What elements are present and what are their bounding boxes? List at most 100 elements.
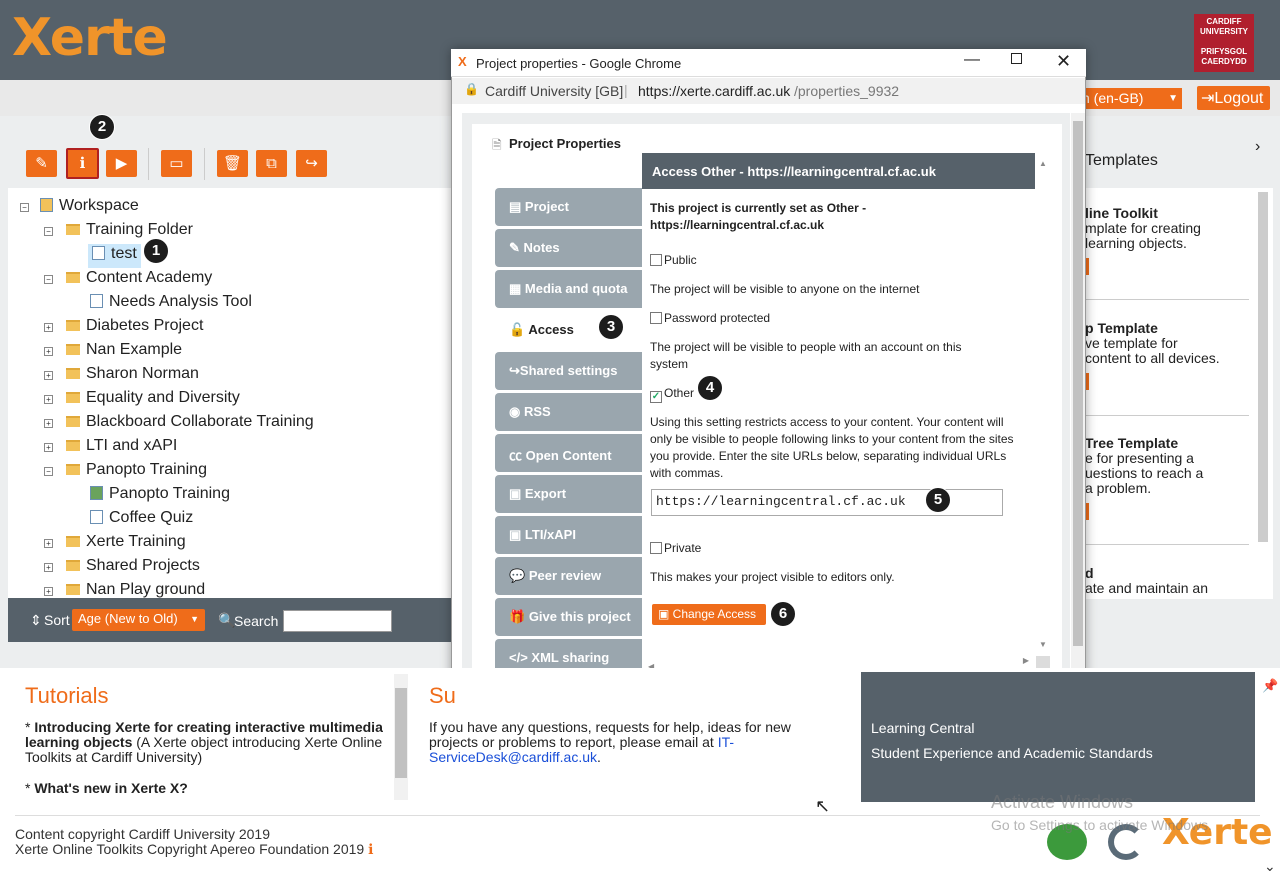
expand-toggle[interactable]: + [44, 563, 53, 572]
tab-media[interactable]: ▦ Media and quota [495, 270, 642, 308]
logout-button[interactable]: ⇥Logout [1197, 86, 1270, 110]
tab-open-content[interactable]: ㏄ Open Content [495, 434, 642, 472]
option-public[interactable]: Public [650, 252, 1020, 269]
tree-item-folder[interactable]: Blackboard Collaborate Training [66, 412, 314, 436]
template-item[interactable]: d ate and maintain an [1085, 566, 1250, 599]
scroll-right-icon[interactable]: ▶ [1023, 656, 1029, 665]
tree-item-project[interactable]: Coffee Quiz [90, 508, 193, 532]
tutorial-item[interactable]: * What's new in Xerte X? [25, 780, 188, 796]
file-icon: ▤ [509, 199, 525, 214]
scroll-up-icon[interactable]: ▲ [1039, 159, 1047, 168]
current-setting-line: This project is currently set as Other - [650, 201, 867, 215]
tab-shared-settings[interactable]: ↪Shared settings [495, 352, 642, 390]
pin-icon[interactable]: 📌 [1262, 678, 1278, 694]
expand-toggle[interactable]: + [44, 323, 53, 332]
tree-item-folder[interactable]: Shared Projects [66, 556, 200, 580]
maximize-icon[interactable] [1011, 53, 1022, 64]
expand-toggle[interactable]: + [44, 587, 53, 596]
other-description: Using this setting restricts access to y… [650, 415, 1014, 480]
expand-toggle[interactable]: + [44, 443, 53, 452]
template-desc: a problem. [1085, 480, 1152, 496]
tree-item-workspace[interactable]: Workspace [40, 196, 139, 220]
template-title: d [1085, 566, 1094, 581]
tree-item-folder[interactable]: Xerte Training [66, 532, 186, 556]
close-icon[interactable]: ✕ [1056, 51, 1071, 72]
tree-item-folder[interactable]: Nan Play ground [66, 580, 205, 598]
tab-lti[interactable]: ▣ LTI/xAPI [495, 516, 642, 554]
chevron-down-icon[interactable]: ⌄ [1264, 858, 1276, 875]
edit-icon[interactable]: ✎ [26, 150, 57, 177]
template-item[interactable]: Tree Template e for presenting a uestions … [1085, 436, 1250, 496]
expand-toggle[interactable]: + [44, 539, 53, 548]
change-access-button[interactable]: ▣ Change Access [652, 604, 766, 625]
link-student-experience[interactable]: Student Experience and Academic Standard… [871, 745, 1153, 761]
popup-scrollbar[interactable] [1071, 113, 1085, 689]
minimize-icon[interactable]: — [964, 51, 980, 69]
tab-peer-review[interactable]: 💬 Peer review [495, 557, 642, 595]
scroll-down-icon[interactable]: ▼ [1039, 640, 1047, 649]
tutorial-item[interactable]: * Introducing Xerte for creating interac… [25, 720, 385, 765]
tree-item-folder[interactable]: Training Folder [66, 220, 193, 244]
info-icon[interactable]: ℹ [66, 148, 99, 179]
info-icon[interactable]: ℹ [368, 841, 373, 857]
tree-item-folder[interactable]: Equality and Diversity [66, 388, 240, 412]
option-private[interactable]: Private [650, 540, 1020, 557]
tab-rss[interactable]: ◉ RSS [495, 393, 642, 431]
change-access-label: Change Access [672, 607, 757, 621]
xerte-logo[interactable]: Xerte [12, 8, 168, 68]
password-checkbox[interactable] [650, 312, 662, 324]
expand-toggle[interactable]: + [44, 347, 53, 356]
scroll-thumb[interactable] [395, 688, 407, 778]
chevron-right-icon[interactable]: › [1255, 138, 1260, 156]
template-item[interactable]: p Template ve template for content to all … [1085, 321, 1250, 366]
tree-label: test [111, 245, 137, 262]
logout-label: Logout [1214, 90, 1264, 107]
collapse-toggle[interactable]: − [20, 203, 29, 212]
sort-select[interactable]: Age (New to Old) ▼ [72, 609, 205, 631]
search-input[interactable] [283, 610, 392, 632]
collapse-toggle[interactable]: − [44, 467, 53, 476]
duplicate-icon[interactable]: ⧉ [256, 150, 287, 177]
scroll-thumb[interactable] [1073, 121, 1083, 646]
other-checkbox[interactable]: ✓ [650, 391, 662, 403]
content-scrollbar[interactable]: ▲ [1036, 153, 1050, 663]
popup-address-bar[interactable]: 🔒 Cardiff University [GB] | https://xert… [452, 78, 1085, 104]
option-password[interactable]: Password protected [650, 310, 1020, 327]
tree-item-folder[interactable]: Panopto Training [66, 460, 207, 484]
play-icon[interactable]: ▶ [106, 150, 137, 177]
tree-item-project-selected[interactable]: test [88, 244, 141, 268]
public-checkbox[interactable] [650, 254, 662, 266]
tree-item-folder[interactable]: Nan Example [66, 340, 182, 364]
tab-export[interactable]: ▣ Export [495, 475, 642, 513]
collapse-toggle[interactable]: − [44, 227, 53, 236]
tree-item-folder[interactable]: Content Academy [66, 268, 212, 292]
tree-item-project[interactable]: Panopto Training [90, 484, 230, 508]
trash-icon[interactable]: 🗑 [217, 150, 248, 177]
tree-item-project[interactable]: Needs Analysis Tool [90, 292, 252, 316]
expand-toggle[interactable]: + [44, 371, 53, 380]
tutorial-link[interactable]: What's new in Xerte X? [34, 780, 187, 796]
save-icon: ▣ [658, 607, 673, 621]
tree-item-folder[interactable]: LTI and xAPI [66, 436, 177, 460]
private-checkbox[interactable] [650, 542, 662, 554]
share-icon[interactable]: ↪ [296, 150, 327, 177]
save-icon: ▣ [509, 527, 525, 542]
expand-toggle[interactable]: + [44, 419, 53, 428]
code-icon: </> [509, 650, 532, 665]
expand-toggle[interactable]: + [44, 395, 53, 404]
tree-item-folder[interactable]: Sharon Norman [66, 364, 199, 388]
collapse-toggle[interactable]: − [44, 275, 53, 284]
cc-icon: ㏄ [509, 448, 526, 463]
link-learning-central[interactable]: Learning Central [871, 720, 975, 736]
tab-notes[interactable]: ✎ Notes [495, 229, 642, 267]
step-marker-4: 4 [697, 375, 723, 401]
cardiff-logo[interactable]: CARDIFF UNIVERSITY PRIFYSGOL CAERDYDD [1194, 14, 1254, 72]
templates-scrollbar[interactable] [1258, 192, 1268, 542]
tab-project[interactable]: ▤ Project [495, 188, 642, 226]
template-item[interactable]: line Toolkit mplate for creating learning … [1085, 206, 1250, 251]
tab-give-project[interactable]: 🎁 Give this project [495, 598, 642, 636]
tree-item-folder[interactable]: Diabetes Project [66, 316, 203, 340]
language-select[interactable]: n (en-GB) ▼ [1078, 88, 1182, 109]
folder-icon[interactable]: ▭ [161, 150, 192, 177]
tutorials-scrollbar[interactable] [394, 674, 408, 800]
